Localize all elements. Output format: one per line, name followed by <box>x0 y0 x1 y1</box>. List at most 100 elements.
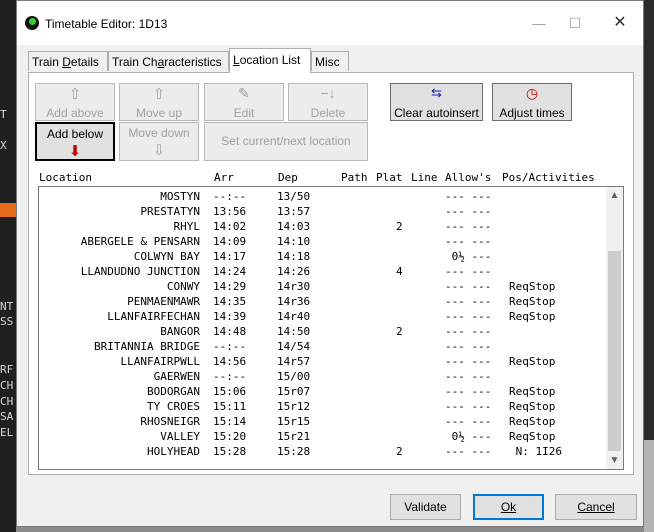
cell-allows: --- --- <box>445 205 492 218</box>
cell-dep: 13/50 <box>277 190 311 203</box>
cell-location: LLANFAIRFECHAN <box>107 310 200 323</box>
table-row[interactable]: CONWY 14:29 14r30 --- --- ReqStop <box>39 279 605 294</box>
add-below-button[interactable]: Add below ⬇ <box>35 122 115 161</box>
cell-pos-activities: N: 1I26 <box>509 445 562 458</box>
table-row[interactable]: BANGOR 14:48 14:50 2 --- --- <box>39 324 605 339</box>
background-panel <box>644 440 654 532</box>
maximize-icon[interactable]: ☐ <box>557 11 593 35</box>
arrow-up-icon: ⇧ <box>68 86 82 103</box>
cell-dep: 15r15 <box>277 415 311 428</box>
set-current-next-button[interactable]: Set current/next location <box>204 122 368 161</box>
scrollbar-thumb[interactable] <box>608 251 621 451</box>
title-bar[interactable]: Timetable Editor: 1D13 — ☐ ✕ <box>17 1 643 45</box>
table-row[interactable]: PENMAENMAWR 14:35 14r36 --- --- ReqStop <box>39 294 605 309</box>
minimize-icon[interactable]: — <box>521 11 557 35</box>
tab-misc[interactable]: Misc <box>311 51 349 71</box>
tab-label: Train Characteristics <box>112 55 222 69</box>
add-below-label: Add below <box>46 127 104 141</box>
app-icon <box>25 16 39 30</box>
edit-button[interactable]: ✎ Edit <box>204 83 284 121</box>
background-text: CH <box>0 380 14 392</box>
tab-label: Misc <box>315 55 340 69</box>
cell-location: MOSTYN <box>160 190 200 203</box>
ok-label: Ok <box>500 500 517 514</box>
timetable-editor-dialog: Timetable Editor: 1D13 — ☐ ✕ Train Detai… <box>16 0 644 527</box>
cell-allows: --- --- <box>445 235 492 248</box>
table-row[interactable]: RHOSNEIGR 15:14 15r15 --- --- ReqStop <box>39 414 605 429</box>
cell-allows: --- --- <box>445 415 492 428</box>
cell-location: ABERGELE & PENSARN <box>80 235 200 248</box>
window-title: Timetable Editor: 1D13 <box>45 17 168 31</box>
arrow-down-icon: ⬇ <box>68 143 82 160</box>
vertical-scrollbar[interactable]: ▲ ▼ <box>606 187 623 469</box>
cell-arr: 15:06 <box>213 385 247 398</box>
table-row[interactable]: GAERWEN --:-- 15/00 --- --- <box>39 369 605 384</box>
cell-location: TY CROES <box>147 400 200 413</box>
ok-button[interactable]: Ok <box>473 494 544 520</box>
table-row[interactable]: ABERGELE & PENSARN 14:09 14:10 --- --- <box>39 234 605 249</box>
cell-location: LLANDUDNO JUNCTION <box>80 265 200 278</box>
table-row[interactable]: VALLEY 15:20 15r21 0½ --- ReqStop <box>39 429 605 444</box>
adjust-times-label: Adjust times <box>499 106 565 120</box>
validate-button[interactable]: Validate <box>390 494 461 520</box>
cell-arr: 15:28 <box>213 445 247 458</box>
cell-pos-activities: ReqStop <box>509 385 556 398</box>
cell-dep: 14/54 <box>277 340 311 353</box>
cell-allows: --- --- <box>445 265 492 278</box>
clear-autoinsert-button[interactable]: ⇆ Clear autoinsert <box>390 83 483 121</box>
table-row[interactable]: BODORGAN 15:06 15r07 --- --- ReqStop <box>39 384 605 399</box>
tab-train-details[interactable]: Train Details <box>28 51 108 71</box>
cell-dep: 14r36 <box>277 295 311 308</box>
set-current-next-label: Set current/next location <box>221 134 351 148</box>
cell-arr: 14:17 <box>213 250 247 263</box>
background-text: EL <box>0 427 14 439</box>
close-icon[interactable]: ✕ <box>602 11 638 35</box>
cell-pos-activities: ReqStop <box>509 280 556 293</box>
cell-allows: --- --- <box>445 400 492 413</box>
scroll-down-icon[interactable]: ▼ <box>606 452 623 469</box>
add-above-button[interactable]: ⇧ Add above <box>35 83 115 121</box>
cell-location: BANGOR <box>160 325 200 338</box>
cell-dep: 14:10 <box>277 235 311 248</box>
cell-allows: --- --- <box>445 220 492 233</box>
tab-location-list[interactable]: Location List <box>229 48 311 73</box>
background-window <box>0 0 16 532</box>
delete-label: Delete <box>310 106 346 120</box>
delete-icon: −↓ <box>320 85 336 101</box>
table-row[interactable]: RHYL 14:02 14:03 2 --- --- <box>39 219 605 234</box>
cell-line: 2 <box>396 325 403 338</box>
cell-line: 2 <box>396 220 403 233</box>
move-up-button[interactable]: ⇧ Move up <box>119 83 199 121</box>
table-row[interactable]: LLANFAIRFECHAN 14:39 14r40 --- --- ReqStop <box>39 309 605 324</box>
background-text: RF <box>0 364 14 376</box>
cell-allows: --- --- <box>445 190 492 203</box>
clear-autoinsert-label: Clear autoinsert <box>394 106 479 120</box>
table-row[interactable]: BRITANNIA BRIDGE --:-- 14/54 --- --- <box>39 339 605 354</box>
cell-arr: 14:48 <box>213 325 247 338</box>
tab-train-characteristics[interactable]: Train Characteristics <box>108 51 229 71</box>
location-listbox[interactable]: MOSTYN --:-- 13/50 --- --- PRESTATYN 13:56 13:… <box>38 186 624 470</box>
table-row[interactable]: COLWYN BAY 14:17 14:18 0½ --- <box>39 249 605 264</box>
column-dep: Dep <box>278 171 298 184</box>
cell-pos-activities: ReqStop <box>509 430 556 443</box>
cell-arr: 14:39 <box>213 310 247 323</box>
table-row[interactable]: PRESTATYN 13:56 13:57 --- --- <box>39 204 605 219</box>
edit-icon: ✎ <box>238 85 250 101</box>
cell-allows: --- --- <box>445 295 492 308</box>
cancel-button[interactable]: Cancel <box>555 494 637 520</box>
cell-allows: 0½ --- <box>445 430 492 443</box>
move-down-icon: ⇩ <box>152 142 166 159</box>
move-down-button[interactable]: Move down ⇩ <box>119 122 199 161</box>
table-row[interactable]: TY CROES 15:11 15r12 --- --- ReqStop <box>39 399 605 414</box>
delete-button[interactable]: −↓ Delete <box>288 83 368 121</box>
adjust-times-button[interactable]: ◷ Adjust times <box>492 83 572 121</box>
cell-arr: 14:29 <box>213 280 247 293</box>
cell-allows: --- --- <box>445 280 492 293</box>
table-row[interactable]: MOSTYN --:-- 13/50 --- --- <box>39 189 605 204</box>
table-row[interactable]: LLANDUDNO JUNCTION 14:24 14:26 4 --- --- <box>39 264 605 279</box>
table-row[interactable]: LLANFAIRPWLL 14:56 14r57 --- --- ReqStop <box>39 354 605 369</box>
table-row[interactable]: HOLYHEAD 15:28 15:28 2 --- --- N: 1I26 <box>39 444 605 459</box>
cell-arr: --:-- <box>213 370 247 383</box>
scroll-up-icon[interactable]: ▲ <box>606 187 623 204</box>
cell-allows: --- --- <box>445 325 492 338</box>
